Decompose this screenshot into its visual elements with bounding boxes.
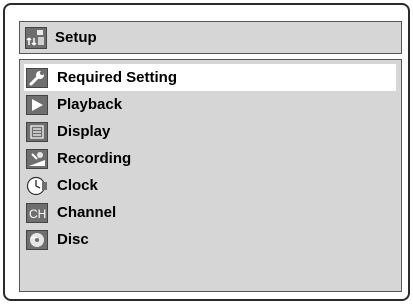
setup-icon — [25, 26, 47, 49]
menu-item-channel[interactable]: CH Channel — [24, 199, 396, 226]
menu-item-label: Playback — [57, 96, 123, 113]
menu-item-label: Display — [57, 123, 111, 140]
menu-item-display[interactable]: Display — [24, 118, 396, 145]
menu-item-disc[interactable]: Disc — [24, 226, 396, 253]
menu-item-clock[interactable]: Clock — [24, 172, 396, 199]
page-title: Setup — [55, 29, 97, 46]
wrench-icon — [26, 67, 48, 88]
menu-item-label: Required Setting — [57, 69, 178, 86]
svg-text:CH: CH — [29, 207, 46, 221]
menu-item-playback[interactable]: Playback — [24, 91, 396, 118]
channel-icon: CH — [26, 202, 48, 223]
menu-item-label: Clock — [57, 177, 98, 194]
setup-screen: Setup Required Setting Playback Display … — [3, 3, 410, 301]
menu-item-label: Disc — [57, 231, 89, 248]
disc-icon — [26, 229, 48, 250]
menu-panel: Required Setting Playback Display Record… — [19, 59, 402, 292]
menu-item-required-setting[interactable]: Required Setting — [24, 64, 396, 91]
clock-icon — [26, 176, 48, 196]
setup-menu: Required Setting Playback Display Record… — [24, 64, 396, 253]
menu-item-recording[interactable]: Recording — [24, 145, 396, 172]
menu-item-label: Recording — [57, 150, 132, 167]
recording-icon — [26, 148, 48, 169]
setup-header: Setup — [19, 21, 402, 54]
play-icon — [26, 94, 48, 115]
menu-item-label: Channel — [57, 204, 117, 221]
display-icon — [26, 121, 48, 142]
